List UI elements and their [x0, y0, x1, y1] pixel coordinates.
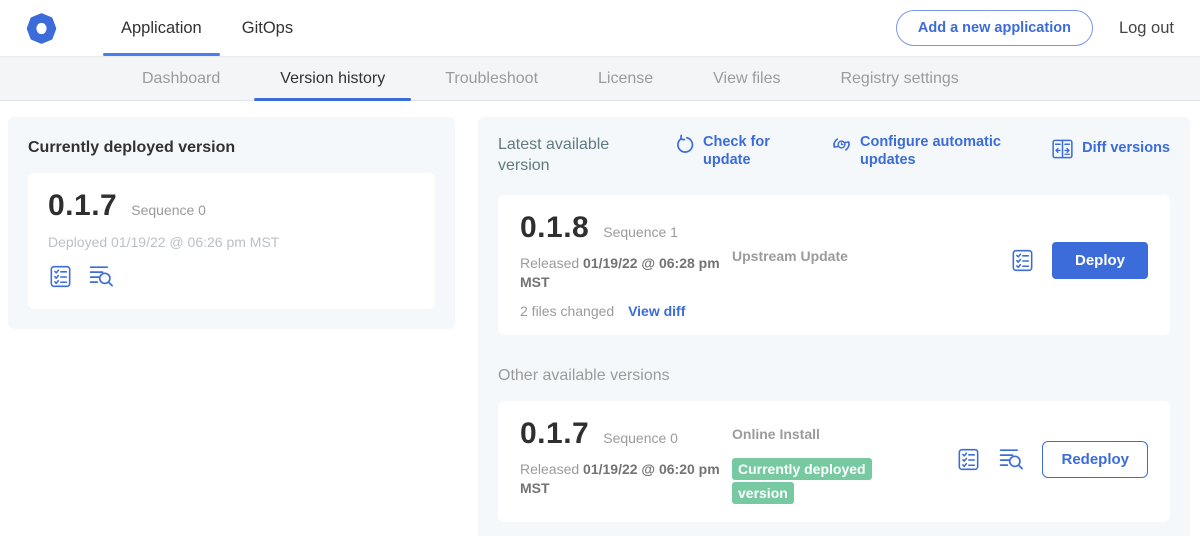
- refresh-arrow-icon: [674, 134, 695, 155]
- app-logo[interactable]: [26, 0, 57, 56]
- deploy-logs-search-icon[interactable]: [998, 447, 1025, 472]
- other-version-card: 0.1.7 Sequence 0 Released 01/19/22 @ 06:…: [498, 401, 1170, 522]
- auto-update-clock-icon: [831, 134, 852, 155]
- upstream-update-label: Upstream Update: [732, 248, 848, 264]
- latest-available-title: Latest available version: [498, 133, 658, 177]
- top-tab-application-label: Application: [121, 19, 202, 38]
- logout-link[interactable]: Log out: [1119, 19, 1174, 38]
- version-history-page: Currently deployed version 0.1.7 Sequenc…: [0, 101, 1200, 536]
- current-version-sequence: Sequence 0: [131, 202, 206, 218]
- current-version-row: 0.1.7 Sequence 0: [48, 189, 415, 223]
- latest-version-row: 0.1.8 Sequence 1: [520, 211, 732, 245]
- current-version-number: 0.1.7: [48, 189, 117, 223]
- latest-version-files-changed-row: 2 files changed View diff: [520, 303, 732, 319]
- tab-troubleshoot-label: Troubleshoot: [445, 70, 538, 88]
- app-logo-heptagon-icon: [26, 13, 57, 44]
- top-tab-gitops[interactable]: GitOps: [222, 0, 313, 56]
- available-updates-panel: Latest available version Check for updat…: [478, 117, 1190, 536]
- preflight-checklist-icon[interactable]: [1010, 248, 1035, 273]
- preflight-checklist-icon[interactable]: [956, 447, 981, 472]
- other-version-number: 0.1.7: [520, 417, 589, 451]
- tab-view-files[interactable]: View files: [683, 57, 810, 100]
- files-changed-text: 2 files changed: [520, 303, 614, 319]
- other-version-released: Released 01/19/22 @ 06:20 pm MST: [520, 460, 720, 499]
- other-version-sequence: Sequence 0: [603, 430, 678, 446]
- preflight-checklist-icon[interactable]: [48, 264, 73, 289]
- online-install-label: Online Install: [732, 426, 820, 442]
- redeploy-button[interactable]: Redeploy: [1042, 441, 1148, 478]
- available-updates-header: Latest available version Check for updat…: [498, 133, 1170, 177]
- released-prefix: Released: [520, 255, 583, 271]
- tab-registry-settings[interactable]: Registry settings: [810, 57, 988, 100]
- latest-version-info: 0.1.8 Sequence 1 Released 01/19/22 @ 06:…: [520, 211, 732, 319]
- badge-wrap: Currently deployed version: [732, 457, 907, 506]
- check-for-update-label: Check for update: [703, 133, 779, 169]
- top-tab-gitops-label: GitOps: [242, 19, 293, 38]
- tab-license[interactable]: License: [568, 57, 683, 100]
- latest-version-card: 0.1.8 Sequence 1 Released 01/19/22 @ 06:…: [498, 195, 1170, 335]
- top-tab-application[interactable]: Application: [101, 0, 222, 56]
- latest-version-source: Upstream Update: [732, 211, 1010, 266]
- tab-version-history-label: Version history: [280, 70, 385, 88]
- tab-view-files-label: View files: [713, 70, 780, 88]
- other-available-versions-heading: Other available versions: [498, 367, 1170, 385]
- tab-registry-settings-label: Registry settings: [840, 70, 958, 88]
- current-version-actions: [48, 264, 415, 289]
- diff-columns-icon: [1051, 138, 1074, 160]
- latest-version-actions: Deploy: [1010, 211, 1148, 279]
- view-diff-link[interactable]: View diff: [628, 303, 685, 319]
- tab-troubleshoot[interactable]: Troubleshoot: [415, 57, 568, 100]
- tab-version-history[interactable]: Version history: [250, 57, 415, 100]
- current-version-deployed-timestamp: Deployed 01/19/22 @ 06:26 pm MST: [48, 234, 415, 250]
- add-new-application-button[interactable]: Add a new application: [896, 10, 1093, 46]
- latest-version-released: Released 01/19/22 @ 06:28 pm MST: [520, 254, 720, 293]
- app-sub-nav: Dashboard Version history Troubleshoot L…: [0, 56, 1200, 101]
- top-nav-right: Add a new application Log out: [896, 0, 1174, 56]
- deploy-button[interactable]: Deploy: [1052, 242, 1148, 279]
- currently-deployed-title: Currently deployed version: [28, 139, 435, 157]
- configure-automatic-updates-link[interactable]: Configure automatic updates: [831, 133, 1021, 169]
- tab-dashboard-label: Dashboard: [142, 70, 220, 88]
- latest-version-sequence: Sequence 1: [603, 224, 678, 240]
- currently-deployed-panel: Currently deployed version 0.1.7 Sequenc…: [8, 117, 455, 329]
- other-version-row: 0.1.7 Sequence 0: [520, 417, 732, 451]
- other-version-info: 0.1.7 Sequence 0 Released 01/19/22 @ 06:…: [520, 417, 732, 499]
- currently-deployed-badge: Currently deployed version: [732, 458, 872, 505]
- configure-automatic-updates-label: Configure automatic updates: [860, 133, 1021, 169]
- check-for-update-link[interactable]: Check for update: [674, 133, 779, 169]
- latest-version-number: 0.1.8: [520, 211, 589, 245]
- other-version-source: Online Install Currently deployed versio…: [732, 417, 907, 506]
- other-version-actions: Redeploy: [956, 417, 1148, 478]
- top-nav: Application GitOps Add a new application…: [0, 0, 1200, 56]
- tab-dashboard[interactable]: Dashboard: [112, 57, 250, 100]
- diff-versions-label: Diff versions: [1082, 139, 1170, 157]
- released-prefix: Released: [520, 461, 583, 477]
- deploy-logs-search-icon[interactable]: [88, 264, 115, 289]
- diff-versions-link[interactable]: Diff versions: [1051, 133, 1170, 160]
- tab-license-label: License: [598, 70, 653, 88]
- currently-deployed-card: 0.1.7 Sequence 0 Deployed 01/19/22 @ 06:…: [28, 173, 435, 309]
